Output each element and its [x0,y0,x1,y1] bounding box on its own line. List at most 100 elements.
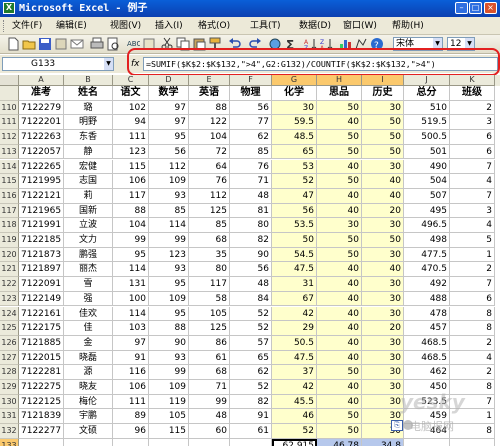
table-cell[interactable]: 85 [230,144,272,160]
table-cell[interactable]: 东香 [64,130,113,145]
table-cell[interactable]: 29 [272,321,317,336]
table-cell[interactable]: 7122275 [19,380,64,395]
table-cell[interactable]: 99 [149,365,189,380]
table-cell[interactable]: 30 [362,365,404,380]
table-cell[interactable]: 50 [272,233,317,248]
table-cell[interactable]: 82 [230,233,272,248]
table-cell[interactable]: 88 [149,321,189,336]
menu-data[interactable]: 数据(D) [299,17,331,35]
font-size-dropdown-icon[interactable]: ▼ [465,38,474,50]
column-header-h[interactable]: H [317,75,362,86]
table-cell[interactable]: 60 [189,424,230,439]
table-cell[interactable]: 2 [450,100,495,116]
table-cell[interactable]: 93 [149,262,189,278]
table-cell[interactable]: 56 [230,262,272,278]
cut-icon[interactable] [160,37,174,51]
table-cell[interactable]: 7 [450,188,495,204]
row-header-blank[interactable] [0,86,19,101]
table-cell[interactable]: 30 [362,247,404,263]
table-cell[interactable]: 97 [149,100,189,116]
table-cell[interactable]: 109 [149,380,189,395]
table-cell[interactable]: 7121991 [19,218,64,233]
table-cell[interactable]: 50.5 [272,335,317,351]
row-header[interactable]: 123 [0,291,19,307]
table-cell[interactable]: 56 [230,100,272,116]
table-cell[interactable]: 56 [272,203,317,219]
table-cell[interactable]: 111 [113,394,149,410]
table-cell[interactable]: 7122281 [19,365,64,380]
table-cell[interactable]: 4 [450,174,495,189]
table-cell[interactable]: 111 [113,130,149,145]
row-header[interactable]: 131 [0,409,19,425]
table-cell[interactable]: 477.5 [404,247,450,263]
table-cell[interactable]: 40 [317,115,362,131]
table-cell[interactable]: 123 [149,247,189,263]
column-header-b[interactable]: B [64,75,113,86]
table-cell[interactable]: 492 [404,277,450,292]
row-header[interactable]: 128 [0,365,19,380]
name-box[interactable]: G133 ▼ [2,57,114,71]
table-cell[interactable]: 67 [272,291,317,307]
table-cell[interactable]: 114 [113,306,149,322]
table-cell[interactable]: 115 [149,424,189,439]
table-cell[interactable]: 40 [317,306,362,322]
table-cell[interactable]: 61 [189,350,230,366]
table-cell[interactable]: 106 [113,174,149,189]
table-cell[interactable]: 7122279 [19,100,64,116]
selected-cell[interactable]: 46.78 [317,438,362,446]
table-cell[interactable]: 91 [230,409,272,425]
table-cell[interactable]: 457 [404,321,450,336]
table-cell[interactable]: 47.5 [272,350,317,366]
table-cell[interactable]: 7122091 [19,277,64,292]
table-cell[interactable]: 122 [189,115,230,131]
table-cell[interactable]: 498 [404,233,450,248]
row-header[interactable]: 127 [0,350,19,366]
table-cell[interactable]: 7122263 [19,130,64,145]
table-cell[interactable]: 30 [362,350,404,366]
table-cell[interactable]: 54.5 [272,247,317,263]
table-cell[interactable]: 7121839 [19,409,64,425]
table-cell[interactable]: 梅伦 [64,394,113,410]
table-cell[interactable]: 40 [362,262,404,278]
table-cell[interactable]: 30 [362,335,404,351]
table-cell[interactable]: 30 [362,380,404,395]
empty-cell[interactable] [189,438,230,446]
table-cell[interactable]: 115 [113,159,149,175]
table-cell[interactable]: 450 [404,380,450,395]
table-cell[interactable]: 8 [450,306,495,322]
copy-icon[interactable] [176,37,190,51]
table-cell[interactable]: 6 [450,130,495,145]
table-cell[interactable]: 晓磊 [64,350,113,366]
table-cell[interactable]: 7 [450,394,495,410]
table-cell[interactable]: 490 [404,159,450,175]
table-cell[interactable]: 468.5 [404,335,450,351]
empty-cell[interactable] [64,438,113,446]
table-cell[interactable]: 81 [230,203,272,219]
table-cell[interactable]: 80 [230,218,272,233]
table-cell[interactable]: 20 [362,321,404,336]
row-header[interactable]: 126 [0,335,19,351]
paste-options-icon[interactable]: ⎘ [391,420,403,431]
column-header-g[interactable]: G [272,75,317,86]
row-header[interactable]: 118 [0,218,19,233]
table-cell[interactable]: 86 [189,335,230,351]
table-cell[interactable]: 7122015 [19,350,64,366]
table-cell[interactable]: 53 [272,159,317,175]
email-icon[interactable] [70,37,84,51]
column-title[interactable]: 数学 [149,86,189,101]
table-cell[interactable]: 117 [113,188,149,204]
format-painter-icon[interactable] [208,37,222,51]
table-cell[interactable]: 50 [317,424,362,439]
table-cell[interactable]: 53.5 [272,218,317,233]
table-cell[interactable]: 52 [230,380,272,395]
row-header[interactable]: 116 [0,188,19,204]
row-header[interactable]: 110 [0,100,19,116]
table-cell[interactable]: 500.5 [404,130,450,145]
table-cell[interactable]: 116 [113,365,149,380]
table-cell[interactable]: 59.5 [272,115,317,131]
table-cell[interactable]: 93 [149,350,189,366]
row-header[interactable]: 117 [0,203,19,219]
table-cell[interactable]: 3 [450,203,495,219]
table-cell[interactable]: 8 [450,424,495,439]
table-cell[interactable]: 宇鹏 [64,409,113,425]
